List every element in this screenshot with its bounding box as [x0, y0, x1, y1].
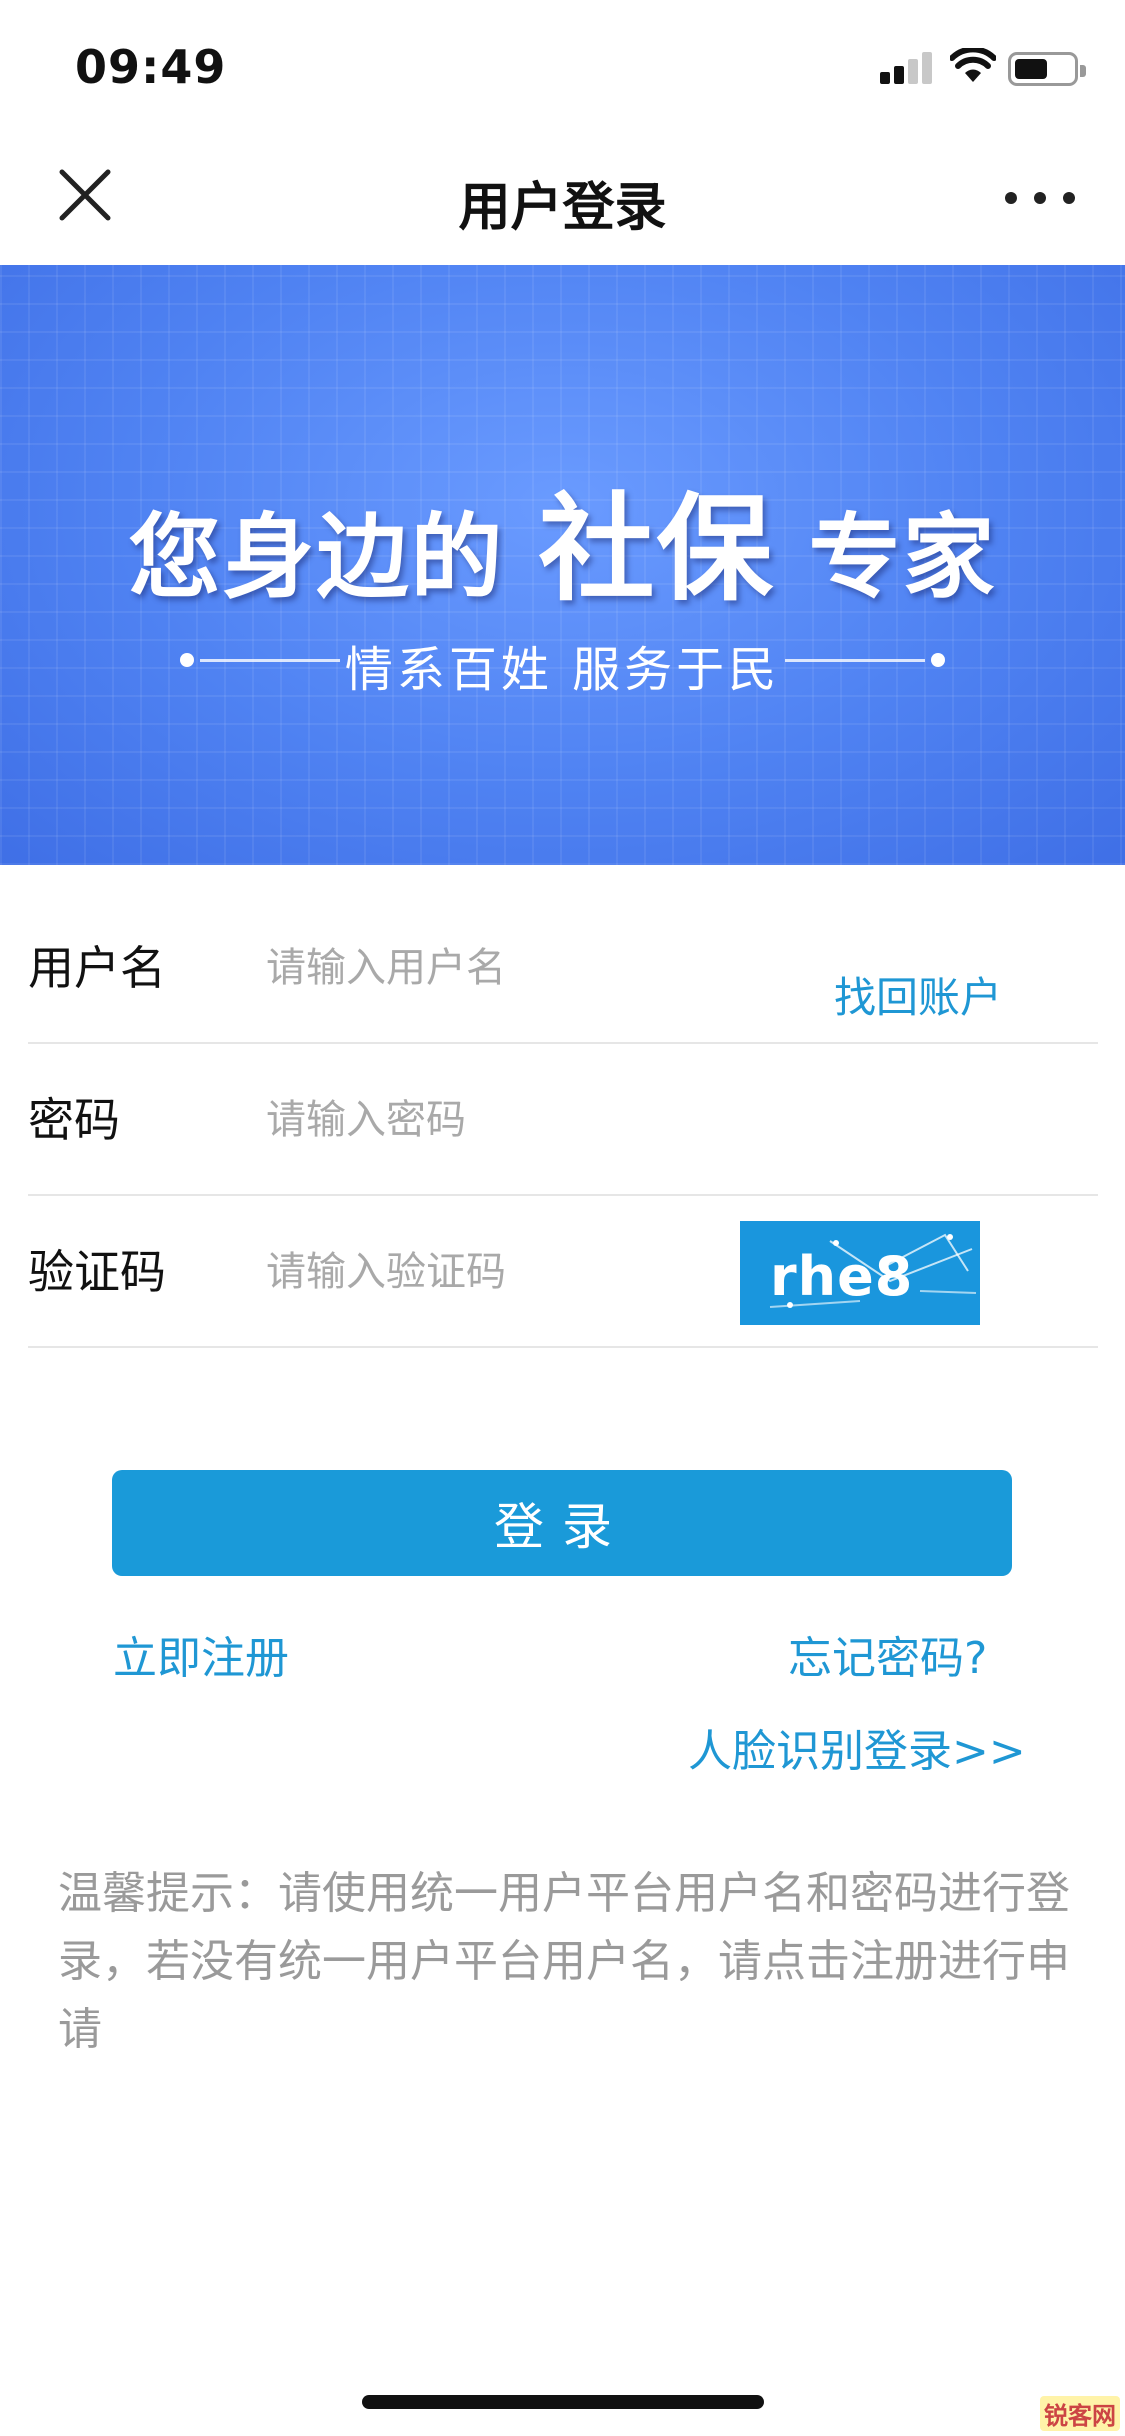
- face-login-link[interactable]: 人脸识别登录>>: [688, 1715, 1026, 1779]
- captcha-text: rhe8: [770, 1245, 914, 1308]
- banner-title-part-3: 专家: [808, 504, 997, 611]
- username-label: 用户名: [28, 941, 166, 995]
- password-row: 密码: [28, 1044, 1098, 1196]
- captcha-label: 验证码: [28, 1245, 166, 1299]
- password-label: 密码: [28, 1093, 120, 1147]
- more-icon[interactable]: [1005, 180, 1075, 216]
- status-time: 09:49: [75, 40, 227, 94]
- recover-account-link[interactable]: 找回账户: [834, 964, 1002, 1025]
- status-bar: 09:49: [0, 0, 1125, 135]
- register-link[interactable]: 立即注册: [113, 1622, 289, 1686]
- banner-title-part-1: 您身边的: [128, 504, 505, 611]
- captcha-input[interactable]: [266, 1236, 706, 1308]
- watermark: 锐客网: [1000, 2392, 1120, 2432]
- banner-title: 您身边的 社保 专家: [0, 455, 1125, 623]
- username-input[interactable]: [266, 932, 766, 1004]
- forgot-password-link[interactable]: 忘记密码?: [788, 1622, 987, 1686]
- banner: 您身边的 社保 专家 情系百姓 服务于民: [0, 265, 1125, 865]
- username-row: 用户名 找回账户: [28, 892, 1098, 1044]
- banner-subtitle-row: 情系百姓 服务于民: [180, 625, 945, 698]
- banner-subtitle: 情系百姓 服务于民: [344, 642, 781, 698]
- page-title: 用户登录: [458, 178, 667, 238]
- wifi-icon: [950, 48, 996, 82]
- password-input[interactable]: [266, 1084, 766, 1156]
- login-button[interactable]: 登录: [112, 1470, 1012, 1576]
- banner-title-part-2: 社保: [538, 482, 775, 617]
- nav-bar: 用户登录: [0, 135, 1125, 265]
- tip-text: 温馨提示：请使用统一用户平台用户名和密码进行登录，若没有统一用户平台用户名，请点…: [58, 1868, 1070, 2055]
- cellular-signal-icon: [880, 52, 932, 84]
- captcha-row: 验证码 rhe8: [28, 1196, 1098, 1348]
- watermark-text: 锐客网: [1040, 2396, 1120, 2431]
- captcha-image[interactable]: rhe8: [740, 1221, 980, 1325]
- battery-icon: [1008, 52, 1086, 86]
- home-indicator[interactable]: [362, 2395, 764, 2409]
